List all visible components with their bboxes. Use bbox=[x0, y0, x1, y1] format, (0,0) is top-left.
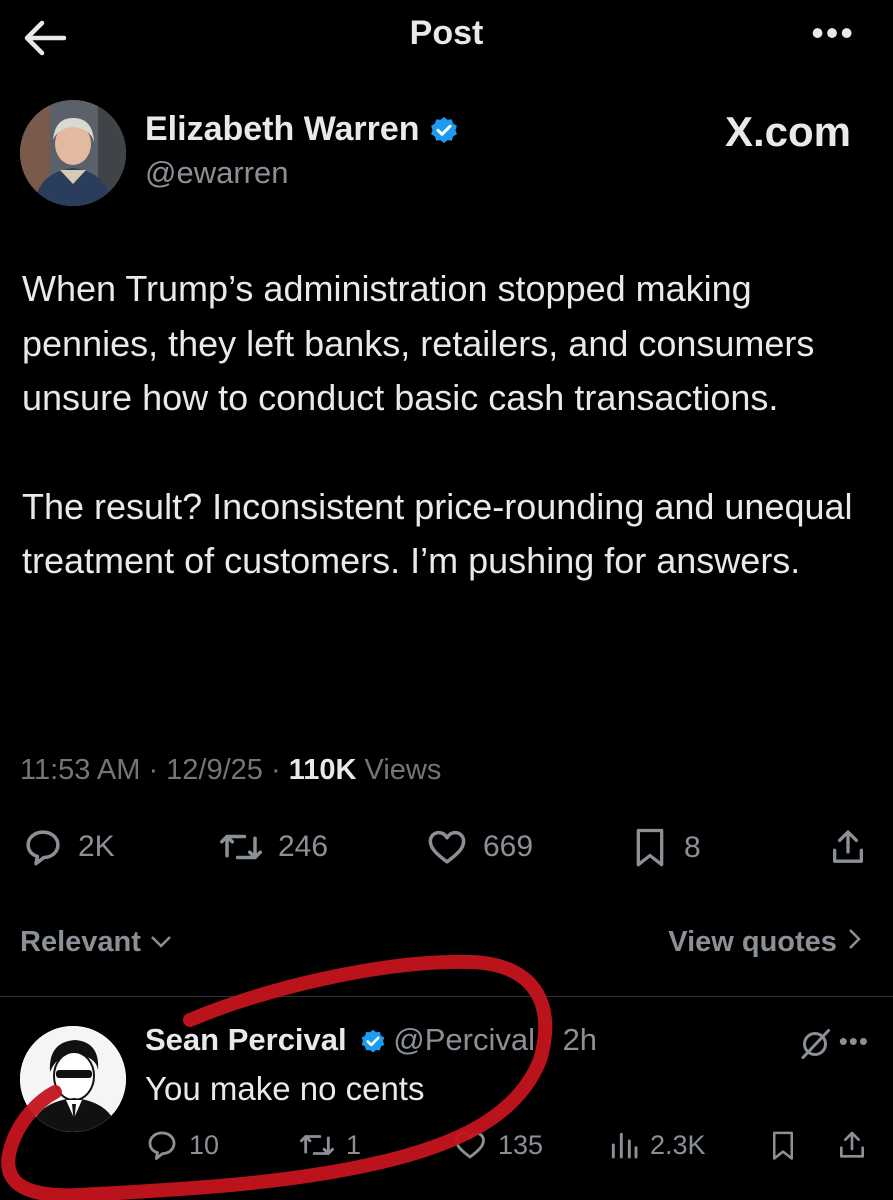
chevron-right-icon bbox=[849, 929, 861, 949]
reply-views-count: 2.3K bbox=[650, 1129, 706, 1160]
views-label: Views bbox=[364, 754, 442, 786]
verified-badge-icon bbox=[361, 1029, 385, 1053]
post-meta: 11:53 AM · 12/9/25 · 110K Views bbox=[20, 754, 442, 786]
post-actions: 2K 246 669 8 bbox=[0, 826, 893, 876]
post-date[interactable]: 12/9/25 bbox=[166, 754, 263, 786]
page-title: Post bbox=[409, 14, 484, 52]
reply-reply-count: 10 bbox=[189, 1129, 220, 1160]
reply-like-button[interactable]: 135 bbox=[452, 1128, 543, 1162]
reply-repost-count: 1 bbox=[346, 1129, 362, 1160]
reply-views-button[interactable]: 2.3K bbox=[608, 1128, 706, 1162]
like-button[interactable]: 669 bbox=[425, 826, 533, 868]
repost-icon bbox=[299, 1135, 334, 1155]
share-icon bbox=[833, 830, 863, 863]
views-count: 110K bbox=[288, 754, 357, 786]
reply-icon bbox=[26, 830, 60, 866]
reply-reply-button[interactable]: 10 bbox=[145, 1128, 219, 1162]
reply-header: Sean Percival @Percival · 2h bbox=[145, 1022, 598, 1057]
divider bbox=[0, 996, 893, 997]
reply-more-icon[interactable]: ••• bbox=[839, 1026, 869, 1057]
sort-label: Relevant bbox=[20, 926, 141, 958]
site-label: X.com bbox=[724, 108, 851, 155]
repost-count: 246 bbox=[278, 830, 329, 863]
post-paragraph: The result? Inconsistent price-rounding … bbox=[22, 485, 853, 582]
chevron-down-icon bbox=[151, 936, 171, 948]
post-text: When Trump’s administration stopped maki… bbox=[22, 262, 872, 589]
heart-icon bbox=[455, 1131, 485, 1159]
reply-like-count: 135 bbox=[498, 1129, 544, 1160]
post-time[interactable]: 11:53 AM bbox=[20, 754, 140, 786]
reply-bookmark-button[interactable] bbox=[768, 1128, 798, 1164]
red-annotation-circle bbox=[1, 954, 553, 1200]
reply-share-button[interactable] bbox=[836, 1128, 868, 1162]
view-quotes-label: View quotes bbox=[668, 926, 837, 958]
reply-actions: 10 1 135 2.3K bbox=[0, 1128, 893, 1168]
author-handle[interactable]: @ewarren bbox=[145, 155, 288, 191]
analytics-icon bbox=[611, 1132, 638, 1159]
grok-icon[interactable] bbox=[797, 1026, 833, 1062]
bookmark-icon bbox=[773, 1131, 793, 1160]
sort-dropdown[interactable]: Relevant bbox=[20, 926, 173, 959]
reply-count: 2K bbox=[78, 830, 115, 863]
reply-avatar[interactable] bbox=[20, 1026, 126, 1132]
heart-icon bbox=[428, 830, 466, 864]
share-icon bbox=[840, 1131, 864, 1158]
bookmark-count: 8 bbox=[684, 831, 701, 864]
reply-text: You make no cents bbox=[145, 1070, 425, 1107]
avatar[interactable] bbox=[20, 100, 126, 206]
verified-badge-icon bbox=[430, 117, 457, 144]
reply-author-name[interactable]: Sean Percival bbox=[145, 1022, 347, 1057]
bookmark-button[interactable]: 8 bbox=[630, 826, 701, 870]
author-name[interactable]: Elizabeth Warren bbox=[145, 110, 460, 149]
more-options-icon[interactable]: ••• bbox=[811, 15, 855, 51]
repost-button[interactable]: 246 bbox=[218, 826, 328, 868]
reply-icon bbox=[148, 1131, 176, 1160]
reply-author-handle[interactable]: @Percival bbox=[393, 1022, 535, 1057]
reply-button[interactable]: 2K bbox=[22, 826, 115, 868]
bookmark-icon bbox=[636, 828, 664, 867]
reply-repost-button[interactable]: 1 bbox=[298, 1128, 361, 1162]
repost-icon bbox=[220, 834, 262, 860]
view-quotes-link[interactable]: View quotes bbox=[668, 926, 863, 959]
share-button[interactable] bbox=[828, 826, 868, 868]
post-paragraph: When Trump’s administration stopped maki… bbox=[22, 268, 815, 418]
reply-time[interactable]: 2h bbox=[563, 1022, 597, 1057]
like-count: 669 bbox=[483, 830, 534, 863]
